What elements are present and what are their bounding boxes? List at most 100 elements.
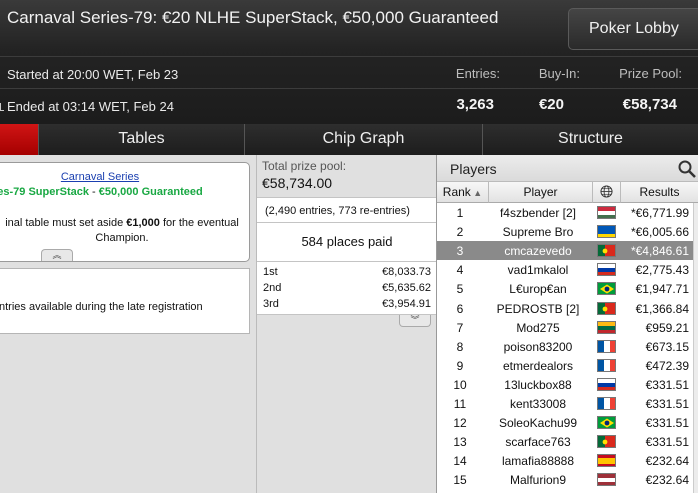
series-separator: - [88, 186, 99, 198]
player-row[interactable]: 6 PEDROSTB [2] €1,366.84 [437, 299, 693, 318]
player-result: €472.39 [645, 358, 689, 373]
player-result: €232.64 [645, 473, 689, 488]
tournament-header: Carnaval Series-79: €20 NLHE SuperStack,… [0, 0, 698, 124]
player-row[interactable]: 11 kent33008 €331.51 [437, 394, 693, 413]
column-rank[interactable]: Rank ▲ [437, 182, 489, 203]
player-name: kent33008 [509, 397, 567, 411]
player-rank: 5 [456, 282, 464, 297]
tab-structure[interactable]: Structure [482, 124, 698, 155]
header-divider [0, 56, 698, 57]
player-name: SoleoKachu99 [498, 416, 578, 431]
series-info-box: Carnaval Series es-79 SuperStack - €50,0… [0, 162, 250, 262]
players-header: Players [437, 155, 698, 182]
player-row[interactable]: 13 scarface763 €331.51 [437, 432, 693, 451]
players-title: Players [450, 161, 497, 177]
player-result: *€4,846.61 [630, 244, 689, 259]
russia-flag-icon [597, 377, 616, 391]
search-icon[interactable] [677, 159, 697, 179]
sort-asc-icon: ▲ [470, 188, 483, 198]
player-name: etmerdealors [502, 358, 574, 373]
tab-bar: Tables Chip Graph Structure [0, 124, 698, 155]
player-name: PEDROSTB [2] [496, 301, 580, 316]
player-row[interactable]: 2 Supreme Bro *€6,005.66 [437, 222, 693, 241]
player-row[interactable]: 3 cmcazevedo *€4,846.61 [437, 241, 693, 261]
player-name: Mod275 [516, 320, 560, 335]
player-name: Malfurion9 [509, 473, 567, 488]
payout-place: 1st [263, 266, 278, 278]
header-divider [0, 88, 698, 89]
tab-tables[interactable]: Tables [38, 124, 244, 155]
column-results[interactable]: Results [621, 182, 698, 203]
column-rank-label: Rank [442, 185, 471, 199]
france-flag-icon [597, 339, 616, 353]
total-prize-label: Total prize pool: [262, 159, 347, 173]
player-row[interactable]: 10 13luckbox88 €331.51 [437, 375, 693, 394]
players-panel: Players Rank ▲ Player Results 1 f4szbende… [436, 155, 698, 493]
player-row[interactable]: 12 SoleoKachu99 €331.51 [437, 413, 693, 432]
player-result: €959.21 [645, 320, 689, 335]
player-row[interactable]: 4 vad1mkalol €2,775.43 [437, 260, 693, 279]
payout-place: 3rd [263, 298, 279, 310]
player-row[interactable]: 7 Mod275 €959.21 [437, 318, 693, 337]
prize-pool-value: €58,734 [622, 96, 677, 113]
places-paid: 584 places paid [301, 234, 393, 249]
player-rank: 6 [456, 301, 464, 316]
reentry-info-box: ntries available during the late registr… [0, 268, 250, 334]
entries-note: (2,490 entries, 773 re-entries) [265, 205, 410, 217]
player-row[interactable]: 8 poison83200 €673.15 [437, 337, 693, 356]
player-row[interactable]: 15 Malfurion9 €232.64 [437, 470, 693, 489]
player-name: lamafia88888 [501, 454, 575, 469]
total-prize-value: €58,734.00 [262, 175, 333, 191]
latvia-flag-icon [597, 473, 616, 487]
player-name: cmcazevedo [504, 244, 572, 259]
player-result: €232.64 [645, 454, 689, 469]
poker-lobby-button[interactable]: Poker Lobby [568, 8, 698, 50]
brazil-flag-icon [597, 282, 616, 296]
player-result: €673.15 [645, 339, 689, 354]
expand-down-icon[interactable]: ︾ [399, 315, 431, 327]
ended-time: Ended at 03:14 WET, Feb 24 [7, 99, 174, 114]
payout-row: 3rd €3,954.91 [257, 298, 437, 314]
player-row[interactable]: 5 L€urop€an €1,947.71 [437, 279, 693, 298]
tab-chip-graph[interactable]: Chip Graph [244, 124, 482, 155]
player-rank: 1 [456, 206, 464, 220]
player-rank: 9 [456, 358, 464, 373]
note-text: for the eventual [159, 217, 239, 229]
player-result: €331.51 [645, 377, 689, 392]
player-row[interactable]: 1 f4szbender [2] *€6,771.99 [437, 203, 693, 222]
tournament-title: Carnaval Series-79: €20 NLHE SuperStack,… [7, 8, 499, 27]
player-result: €331.51 [645, 435, 689, 450]
started-time: Started at 20:00 WET, Feb 23 [7, 67, 179, 82]
player-result: €1,947.71 [635, 282, 689, 297]
note-text: Champion. [95, 232, 149, 244]
note-text: inal table must set aside [5, 217, 127, 229]
players-scrollbar[interactable] [693, 203, 698, 493]
russia-flag-icon [597, 263, 616, 277]
player-row[interactable]: 9 etmerdealors €472.39 [437, 356, 693, 375]
column-player[interactable]: Player [489, 182, 593, 203]
payouts-list: 1st €8,033.73 2nd €5,635.62 3rd €3,954.9… [257, 261, 437, 315]
divider [257, 222, 437, 223]
player-result: €331.51 [645, 416, 689, 431]
player-rank: 13 [453, 435, 467, 450]
tournament-info-panel: Carnaval Series es-79 SuperStack - €50,0… [0, 155, 256, 493]
player-name: f4szbender [2] [499, 206, 577, 220]
expand-icon[interactable]: ︽ [41, 249, 73, 261]
spain-flag-icon [597, 454, 616, 468]
entries-label: Entries: [455, 66, 500, 81]
hungary-flag-icon [597, 206, 616, 219]
player-row[interactable]: 14 lamafia88888 €232.64 [437, 451, 693, 470]
player-rank: 2 [456, 225, 464, 240]
column-country[interactable] [593, 182, 621, 203]
player-result: *€6,005.66 [630, 225, 689, 240]
player-rank: 7 [456, 320, 464, 335]
player-name: L€urop€an [509, 282, 567, 297]
brazil-flag-icon [597, 416, 616, 430]
series-link[interactable]: Carnaval Series [0, 171, 205, 183]
buyin-label: Buy-In: [538, 66, 580, 81]
player-result: €331.51 [645, 397, 689, 411]
payout-row: 1st €8,033.73 [257, 266, 437, 282]
series-event-name: es-79 SuperStack [0, 186, 89, 198]
tab-info[interactable] [0, 124, 38, 155]
prize-pool-panel: Total prize pool: €58,734.00 (2,490 entr… [256, 155, 437, 493]
